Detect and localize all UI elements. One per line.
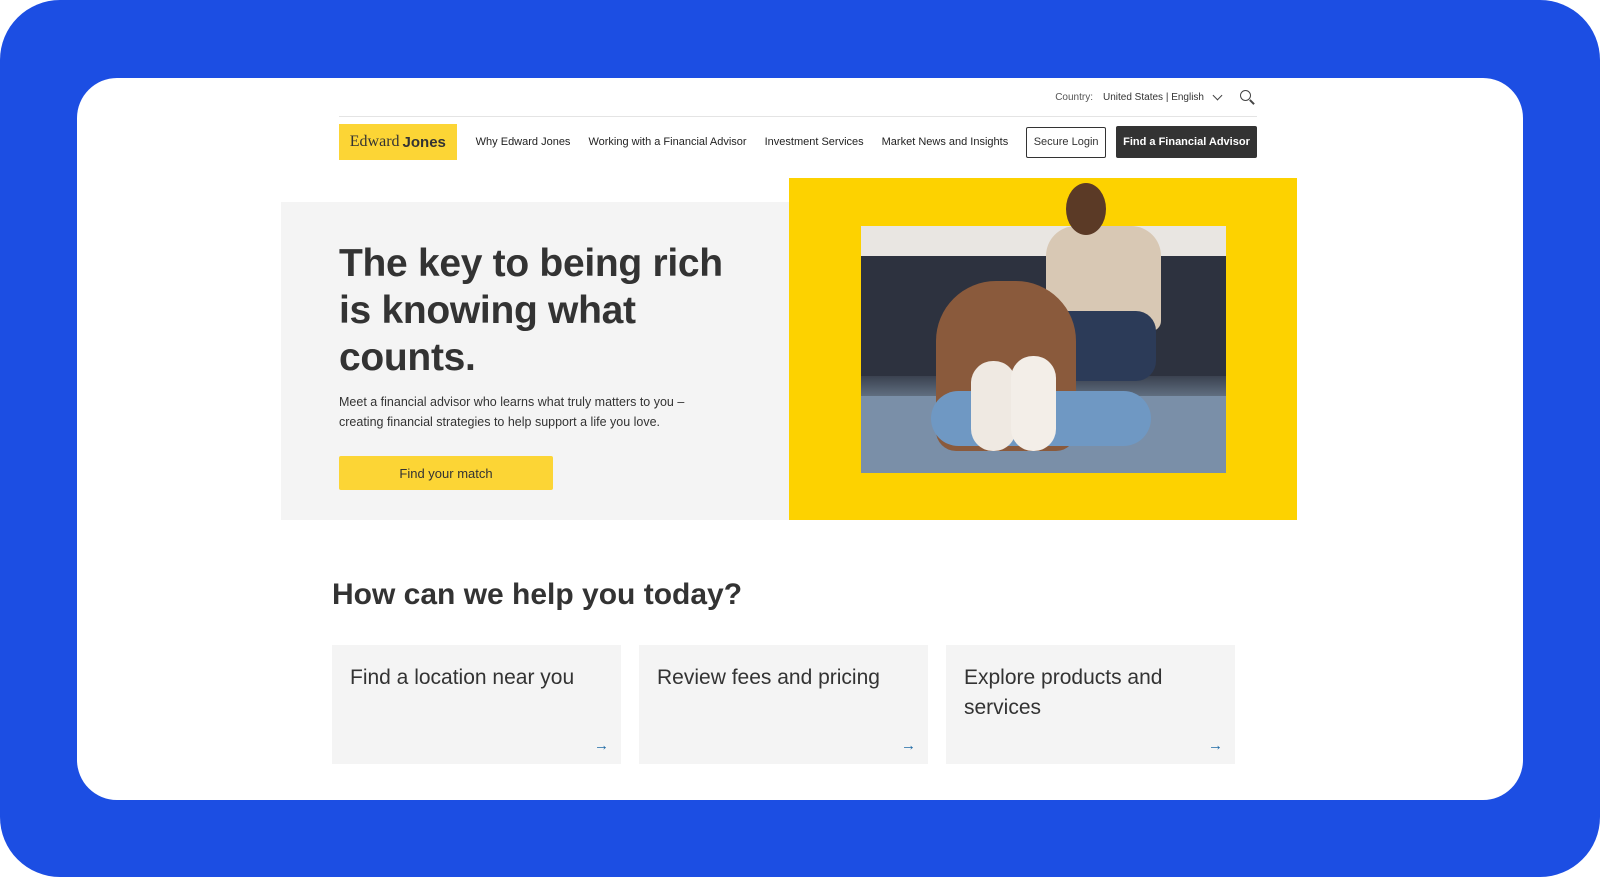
hero-title: The key to being rich is knowing what co… — [339, 242, 723, 379]
photo-baby — [1011, 356, 1056, 451]
hero-subtitle: Meet a financial advisor who learns what… — [339, 395, 685, 429]
main-nav: Edward Jones Why Edward Jones Working wit… — [339, 124, 1257, 160]
tile-explore-products[interactable]: Explore products and services → — [946, 645, 1235, 764]
tile-label: Explore products and services — [964, 666, 1163, 719]
nav-link-investment-services[interactable]: Investment Services — [765, 136, 864, 148]
tile-label: Review fees and pricing — [657, 666, 880, 689]
arrow-right-icon: → — [1208, 737, 1223, 754]
logo-jones: Jones — [402, 133, 446, 151]
search-icon[interactable] — [1239, 89, 1255, 105]
hero-text-panel: The key to being rich is knowing what co… — [281, 202, 789, 520]
country-selector[interactable]: United States | English — [1103, 90, 1223, 103]
edward-jones-logo[interactable]: Edward Jones — [339, 124, 457, 160]
nav-links: Why Edward Jones Working with a Financia… — [476, 136, 1009, 148]
photo-man-head — [1066, 183, 1106, 235]
arrow-right-icon: → — [594, 737, 609, 754]
family-photo — [861, 226, 1226, 473]
find-advisor-button[interactable]: Find a Financial Advisor — [1116, 126, 1257, 158]
tile-label: Find a location near you — [350, 666, 575, 689]
utility-bar: Country: United States | English — [339, 78, 1257, 117]
logo-edward: Edward — [349, 133, 400, 150]
find-your-match-button[interactable]: Find your match — [339, 456, 553, 490]
country-value: United States | English — [1103, 91, 1204, 103]
tile-review-fees[interactable]: Review fees and pricing → — [639, 645, 928, 764]
hero-image-panel — [789, 178, 1297, 520]
tile-find-location[interactable]: Find a location near you → — [332, 645, 621, 764]
help-section-title: How can we help you today? — [332, 578, 743, 611]
nav-link-working-with-advisor[interactable]: Working with a Financial Advisor — [588, 136, 746, 148]
chevron-down-icon — [1212, 90, 1223, 100]
photo-baby — [971, 361, 1016, 451]
nav-link-market-news[interactable]: Market News and Insights — [882, 136, 1009, 148]
nav-link-why-edward-jones[interactable]: Why Edward Jones — [476, 136, 571, 148]
arrow-right-icon: → — [901, 737, 916, 754]
help-tiles: Find a location near you → Review fees a… — [332, 645, 1235, 764]
country-label: Country: — [1055, 91, 1093, 103]
browser-card: Country: United States | English Edward J… — [77, 78, 1523, 800]
secure-login-button[interactable]: Secure Login — [1026, 126, 1106, 158]
